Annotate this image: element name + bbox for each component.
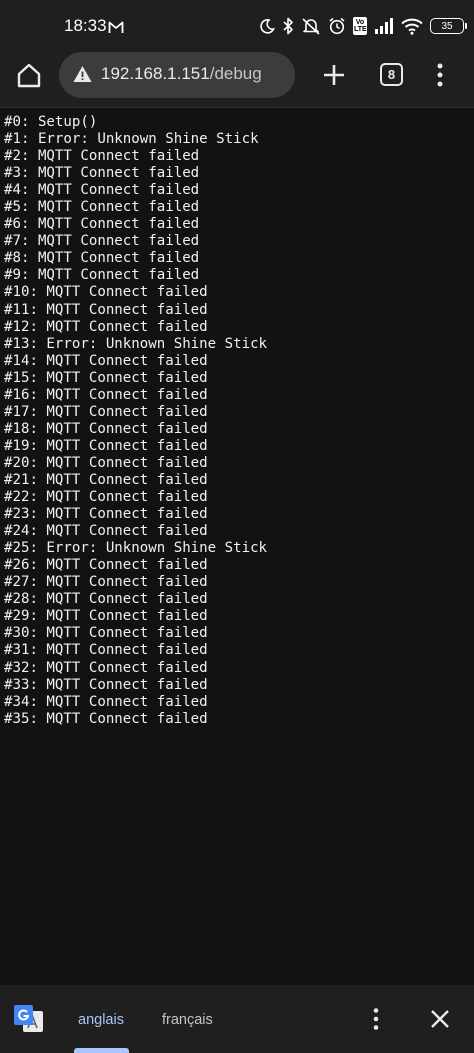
bluetooth-icon	[282, 17, 294, 35]
log-line: #30: MQTT Connect failed	[4, 625, 208, 642]
log-line: #2: MQTT Connect failed	[4, 148, 200, 165]
log-line: #22: MQTT Connect failed	[4, 489, 208, 506]
log-line: #13: Error: Unknown Shine Stick	[4, 335, 268, 352]
volte-icon: Vo LTE	[353, 17, 367, 35]
log-line: #1: Error: Unknown Shine Stick	[4, 131, 259, 148]
debug-log: #0: Setup() #1: Error: Unknown Shine Stic…	[4, 114, 470, 728]
log-line: #7: MQTT Connect failed	[4, 233, 200, 250]
google-translate-icon[interactable]	[14, 1005, 44, 1033]
log-line: #35: MQTT Connect failed	[4, 710, 208, 727]
wifi-icon	[401, 18, 423, 35]
log-line: #0: Setup()	[4, 114, 98, 130]
status-bar: 18:33 Vo LTE 35	[0, 0, 474, 52]
log-line: #15: MQTT Connect failed	[4, 369, 208, 386]
tabs-icon[interactable]: 8	[380, 63, 403, 86]
log-line: #14: MQTT Connect failed	[4, 352, 208, 369]
log-line: #26: MQTT Connect failed	[4, 557, 208, 574]
battery-icon: 35	[430, 18, 467, 34]
log-line: #10: MQTT Connect failed	[4, 284, 208, 301]
plus-icon[interactable]	[321, 62, 347, 88]
log-line: #8: MQTT Connect failed	[4, 250, 200, 267]
address-bar[interactable]: 192.168.1.151/debug	[59, 52, 295, 98]
url-text[interactable]: 192.168.1.151/debug	[101, 64, 262, 84]
log-line: #20: MQTT Connect failed	[4, 454, 208, 471]
toolbar-divider	[0, 107, 474, 108]
log-line: #29: MQTT Connect failed	[4, 608, 208, 625]
moon-icon	[259, 18, 275, 34]
log-line: #5: MQTT Connect failed	[4, 199, 200, 216]
log-line: #17: MQTT Connect failed	[4, 403, 208, 420]
log-line: #9: MQTT Connect failed	[4, 267, 200, 284]
translate-bar: anglais français	[0, 985, 474, 1053]
log-line: #25: Error: Unknown Shine Stick	[4, 540, 268, 557]
log-line: #24: MQTT Connect failed	[4, 523, 208, 540]
active-tab-indicator	[74, 1048, 129, 1053]
log-line: #4: MQTT Connect failed	[4, 182, 200, 199]
log-line: #33: MQTT Connect failed	[4, 676, 208, 693]
close-icon[interactable]	[430, 1009, 450, 1029]
log-line: #28: MQTT Connect failed	[4, 591, 208, 608]
log-line: #12: MQTT Connect failed	[4, 318, 208, 335]
log-line: #23: MQTT Connect failed	[4, 506, 208, 523]
log-line: #31: MQTT Connect failed	[4, 642, 208, 659]
status-time: 18:33	[64, 16, 107, 35]
log-line: #32: MQTT Connect failed	[4, 659, 208, 676]
warning-icon[interactable]	[73, 65, 92, 83]
more-vert-icon[interactable]	[434, 62, 446, 88]
signal-icon	[374, 18, 394, 34]
status-icons: Vo LTE 35	[259, 14, 467, 38]
url-host: 192.168.1.151	[101, 64, 210, 83]
alarm-icon	[328, 17, 346, 35]
log-line: #34: MQTT Connect failed	[4, 693, 208, 710]
home-icon[interactable]	[14, 60, 44, 90]
log-line: #21: MQTT Connect failed	[4, 471, 208, 488]
tab-target-language[interactable]: français	[162, 1012, 213, 1028]
log-line: #11: MQTT Connect failed	[4, 301, 208, 318]
bell-off-icon	[301, 17, 321, 35]
tab-source-language[interactable]: anglais	[78, 1012, 124, 1028]
mail-icon	[108, 19, 124, 33]
log-line: #18: MQTT Connect failed	[4, 420, 208, 437]
log-line: #27: MQTT Connect failed	[4, 574, 208, 591]
url-path: /debug	[209, 64, 262, 83]
log-line: #16: MQTT Connect failed	[4, 386, 208, 403]
more-vert-icon[interactable]	[370, 1007, 382, 1031]
log-line: #6: MQTT Connect failed	[4, 216, 200, 233]
log-line: #3: MQTT Connect failed	[4, 165, 200, 182]
log-line: #19: MQTT Connect failed	[4, 437, 208, 454]
browser-toolbar: 192.168.1.151/debug 8	[0, 52, 474, 108]
